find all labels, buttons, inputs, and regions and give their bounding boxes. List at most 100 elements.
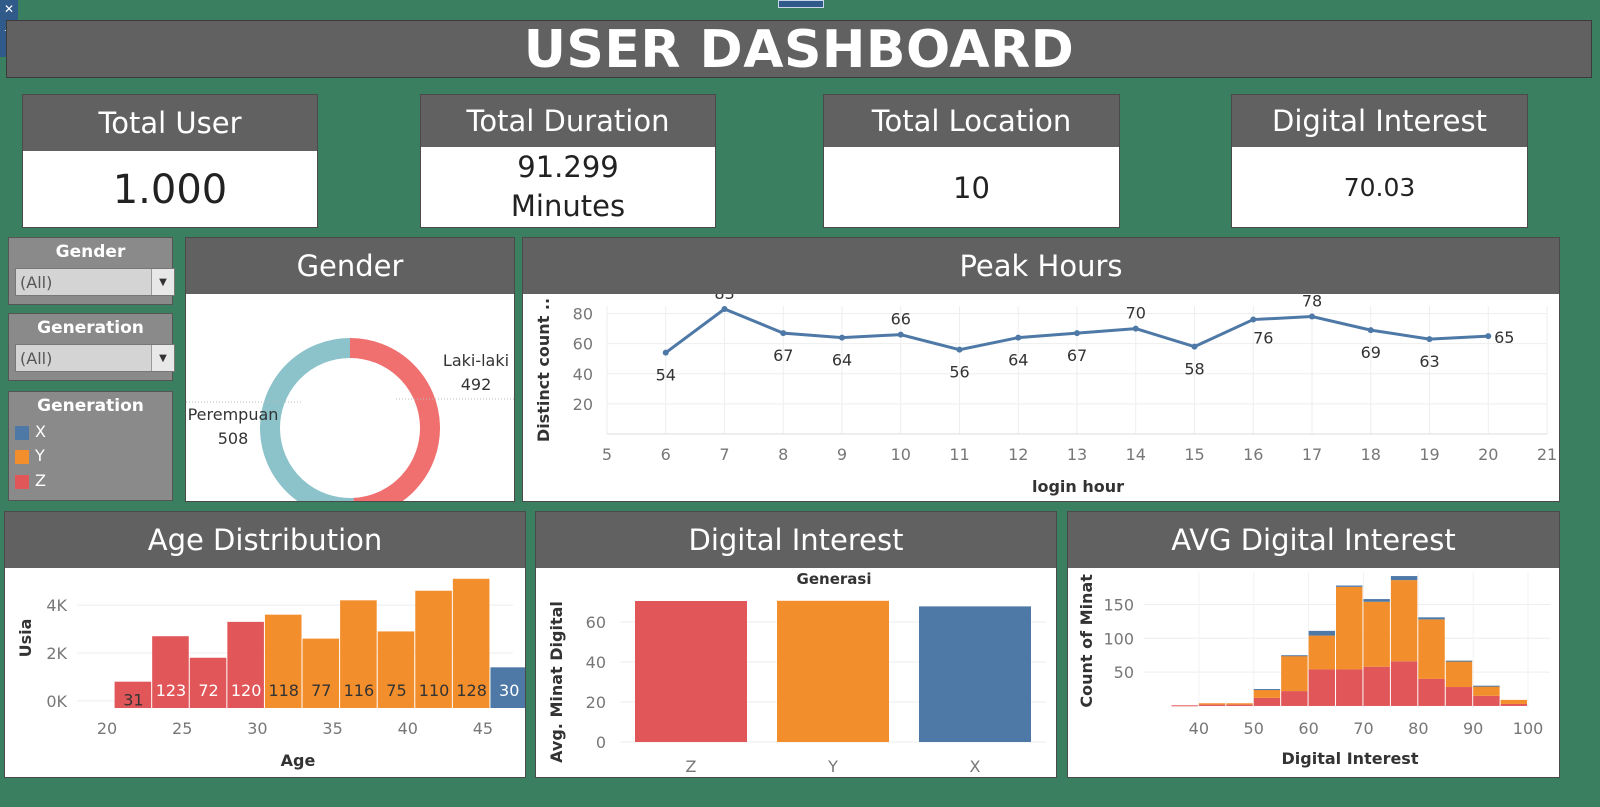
data-point — [1309, 313, 1315, 320]
peak-hours-panel: Peak Hours 5 6 7 8 9 10 11 12 13 14 15 16 17 18 19 20 21… — [522, 237, 1560, 502]
age-bar-label: 75 — [386, 681, 406, 700]
data-point — [1426, 336, 1433, 343]
x-tick-label: 6 — [661, 445, 671, 464]
x-tick-label: 8 — [778, 445, 788, 464]
generation-bar — [635, 601, 747, 742]
x-tick-label: 50 — [1244, 719, 1264, 738]
gender-panel: Gender Laki-laki 492 Perempuan 508 — [185, 237, 515, 518]
histogram-segment-z — [1445, 687, 1473, 706]
generation-dropdown[interactable]: (All) ▼ — [15, 344, 175, 372]
histogram-segment-z — [1226, 704, 1253, 706]
x-tick-label: 60 — [1298, 719, 1318, 738]
x-tick-label: 11 — [949, 445, 969, 464]
data-point — [897, 331, 904, 338]
data-point — [1191, 343, 1198, 350]
age-bar-label: 123 — [156, 681, 187, 700]
dashboard-title: USER DASHBOARD — [6, 20, 1592, 79]
x-tick-label: 16 — [1243, 445, 1263, 464]
histogram-segment-y — [1500, 699, 1528, 704]
y-tick-label: 40 — [586, 653, 606, 672]
histogram-segment-y — [1226, 703, 1253, 705]
x-tick-label: X — [970, 757, 981, 776]
digital-interest-title: Digital Interest — [536, 512, 1056, 568]
gender-panel-title: Gender — [186, 238, 514, 294]
legend-swatch — [15, 449, 29, 464]
histogram-segment-z — [1253, 697, 1281, 706]
donut-slice-perempuan — [260, 338, 355, 518]
kpi-digital-interest: Digital Interest Score 70.03 — [1231, 94, 1528, 228]
legend-label: Y — [35, 446, 45, 465]
x-tick-label: 40 — [1189, 719, 1209, 738]
gender-dropdown-value: (All) — [20, 273, 53, 292]
x-tick-label: 7 — [719, 445, 729, 464]
x-tick-label: 15 — [1184, 445, 1204, 464]
kpi-digital-interest-value: 70.03 — [1343, 173, 1416, 202]
kpi-total-user: Total User 1.000 — [22, 94, 318, 228]
legend-swatch — [15, 425, 29, 440]
peak-hours-title: Peak Hours — [523, 238, 1559, 294]
drag-handle[interactable] — [778, 0, 824, 8]
generation-legend: Generation X Y Z — [8, 391, 173, 501]
age-bar-label: 110 — [419, 681, 450, 700]
x-tick-label: 5 — [602, 445, 612, 464]
data-label: 64 — [832, 351, 852, 370]
kpi-digital-interest-label: Digital Interest Score — [1232, 95, 1527, 190]
legend-item-y[interactable]: Y — [15, 446, 45, 465]
kpi-total-location-value: 10 — [953, 171, 990, 205]
histogram-segment-x — [1281, 655, 1308, 657]
data-point — [662, 349, 669, 356]
x-tick-label: 100 — [1513, 719, 1544, 738]
age-bar-label: 120 — [231, 681, 262, 700]
legend-item-z[interactable]: Z — [15, 471, 46, 490]
x-tick-label: 18 — [1361, 445, 1381, 464]
legend-item-x[interactable]: X — [15, 422, 46, 441]
generation-filter-label: Generation — [37, 318, 144, 338]
x-tick-label: 17 — [1302, 445, 1322, 464]
x-axis-title: Digital Interest — [1282, 749, 1419, 768]
y-tick-label: 20 — [573, 395, 593, 414]
y-tick-label: 50 — [1114, 663, 1134, 682]
data-point — [1250, 316, 1257, 323]
data-point — [956, 346, 963, 353]
data-label: 69 — [1361, 343, 1381, 362]
x-tick-label: Y — [827, 757, 838, 776]
histogram-segment-y — [1336, 586, 1363, 670]
x-tick-label: 30 — [247, 719, 267, 738]
x-tick-label: 45 — [473, 719, 493, 738]
kpi-total-duration-unit: Minutes — [510, 189, 626, 223]
x-tick-label: 70 — [1353, 719, 1373, 738]
x-tick-label: 90 — [1463, 719, 1483, 738]
x-tick-label: 20 — [1478, 445, 1498, 464]
y-axis-title: Distinct count .. — [534, 298, 553, 442]
histogram-segment-y — [1198, 703, 1226, 705]
histogram-segment-x — [1253, 689, 1281, 691]
age-bar-label: 116 — [344, 681, 375, 700]
legend-title: Generation — [37, 396, 144, 416]
histogram-segment-y — [1445, 661, 1473, 688]
data-label: 54 — [656, 366, 676, 385]
chevron-down-icon[interactable]: ▼ — [151, 345, 174, 371]
x-tick-label: 35 — [322, 719, 342, 738]
histogram-segment-y — [1253, 689, 1281, 698]
donut-value: 508 — [218, 429, 249, 448]
y-tick-label: 40 — [573, 365, 593, 384]
data-label: 64 — [1008, 351, 1028, 370]
y-axis-title: Count of Minat .. — [1077, 568, 1096, 708]
histogram-segment-y — [1473, 686, 1500, 696]
legend-label: X — [35, 422, 46, 441]
chevron-down-icon[interactable]: ▼ — [151, 269, 174, 295]
histogram-segment-y — [1308, 635, 1336, 670]
age-distribution-panel: Age Distribution 0K 2K 4K 20 25 30 35 40 45 Age Us… — [4, 511, 528, 778]
gender-dropdown[interactable]: (All) ▼ — [15, 268, 175, 296]
kpi-total-duration-label: Total Duration — [421, 95, 715, 147]
x-axis-title: login hour — [1032, 477, 1124, 496]
histogram-segment-z — [1473, 695, 1500, 706]
data-label: 76 — [1253, 329, 1273, 348]
generation-dropdown-value: (All) — [20, 349, 53, 368]
y-axis-title: Avg. Minat Digital — [547, 601, 566, 763]
close-icon[interactable]: ✕ — [0, 0, 18, 18]
y-tick-label: 20 — [586, 693, 606, 712]
y-tick-label: 0K — [46, 692, 67, 711]
y-axis-title: Usia — [16, 619, 35, 658]
digital-interest-panel: Digital Interest Generasi 0 20 40 60 Avg. Min… — [535, 511, 1057, 778]
